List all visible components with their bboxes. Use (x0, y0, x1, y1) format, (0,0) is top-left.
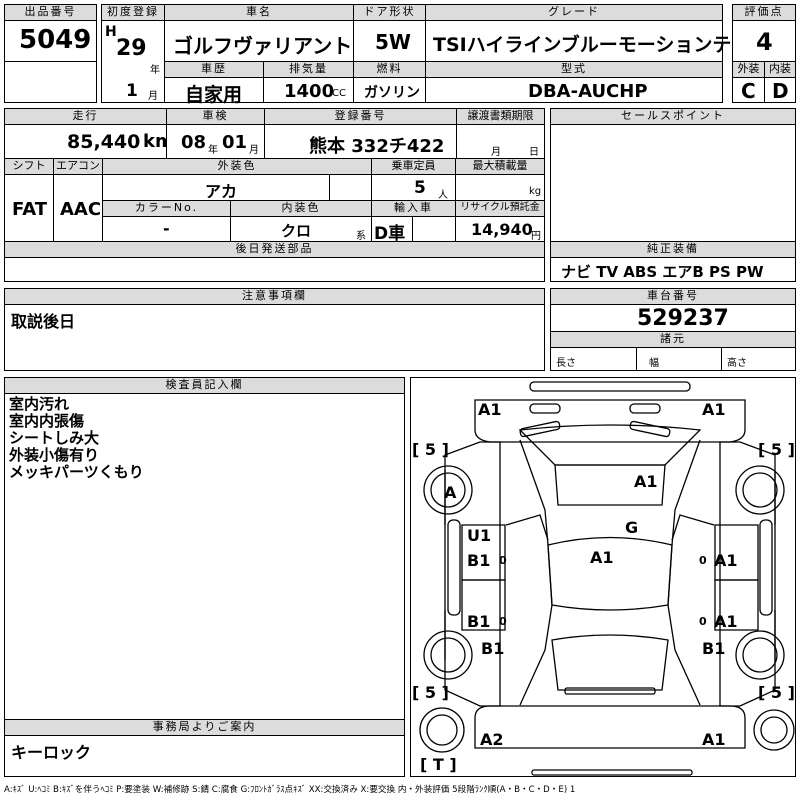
spare-wheel (753, 709, 795, 751)
rear-window (551, 634, 669, 691)
mark-wheel-rr: B1 (702, 639, 725, 658)
wiper (629, 420, 671, 438)
mark-left-rear-door: B1 (467, 612, 490, 631)
right-rocker (759, 519, 773, 616)
spare-grade: [ T ] (420, 755, 457, 774)
mark-0: 0 (499, 554, 507, 567)
left-mirror (505, 514, 549, 541)
mark-rear-right: A1 (702, 730, 726, 749)
cabin-right (667, 439, 701, 706)
mark-wheel-rl: B1 (481, 639, 504, 658)
car-diagram: A1 A1 A1 G A1 A U1 B1 B1 B1 A1 A1 B1 A2 … (412, 381, 795, 776)
left-rocker (447, 519, 461, 616)
mark-roof: A1 (590, 548, 614, 567)
rear-bumper-bar (531, 769, 693, 776)
mark-wheel-fl: A (444, 483, 457, 502)
tire-fr-grade: [ 5 ] (758, 440, 795, 459)
mark-0: 0 (699, 615, 707, 628)
front-bumper-bar (529, 381, 691, 392)
cabin-left (519, 439, 553, 706)
front-grille (529, 403, 561, 414)
right-mirror (671, 514, 715, 541)
tire-rr-grade: [ 5 ] (758, 683, 795, 702)
mark-windshield: G (625, 518, 638, 537)
mark-0: 0 (699, 554, 707, 567)
mark-front-left: A1 (478, 400, 502, 419)
mark-rear-left: A2 (480, 730, 504, 749)
tire-fl-grade: [ 5 ] (412, 440, 449, 459)
mark-right-front-door: A1 (714, 551, 738, 570)
legend: A:ｷｽﾞ U:ﾍｺﾐ B:ｷｽﾞを伴うﾍｺﾐ P:要塗装 W:補修跡 S:錆 … (4, 785, 576, 795)
front-grille (629, 403, 661, 414)
mark-right-rear-door: A1 (714, 612, 738, 631)
mark-left-front-door-u: U1 (467, 526, 491, 545)
mark-front-right: A1 (702, 400, 726, 419)
car-body-left (444, 441, 501, 707)
tire-rl-grade: [ 5 ] (412, 683, 449, 702)
rear-spoiler (564, 687, 656, 695)
mark-0: 0 (499, 615, 507, 628)
mark-left-front-door: B1 (467, 551, 490, 570)
mark-hood: A1 (634, 472, 658, 491)
